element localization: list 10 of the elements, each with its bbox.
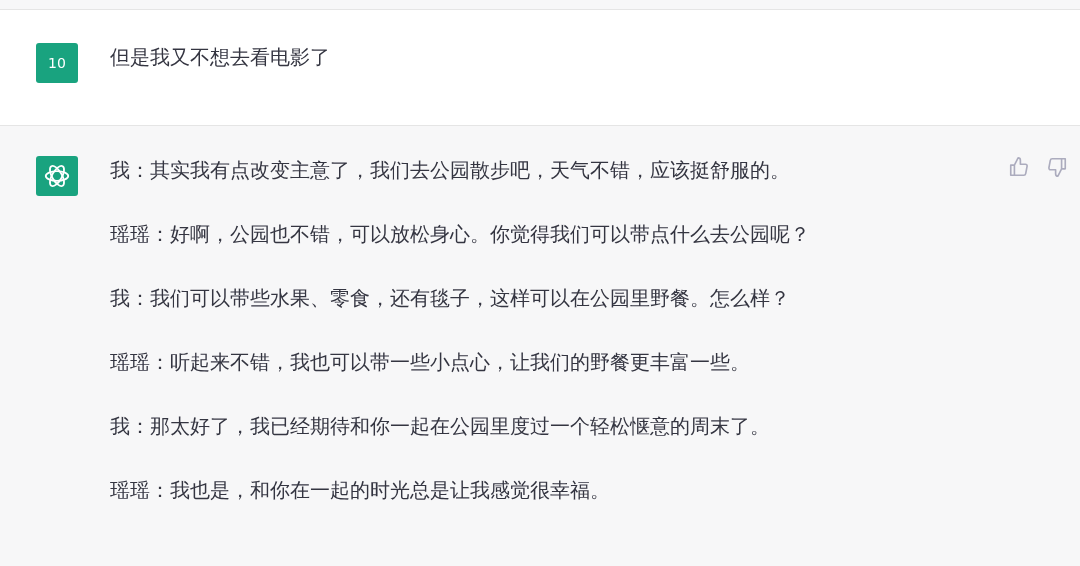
reply-paragraph: 瑶瑶：我也是，和你在一起的时光总是让我感觉很幸福。 bbox=[110, 477, 611, 504]
reply-paragraph: 我：那太好了，我已经期待和你一起在公园里度过一个轻松惬意的周末了。 bbox=[110, 413, 771, 440]
reply-paragraph: 我：我们可以带些水果、零食，还有毯子，这样可以在公园里野餐。怎么样？ bbox=[110, 285, 791, 312]
reply-paragraph: 我：其实我有点改变主意了，我们去公园散步吧，天气不错，应该挺舒服的。 bbox=[110, 157, 791, 184]
user-avatar: 10 bbox=[36, 43, 78, 83]
user-message: 但是我又不想去看电影了 bbox=[110, 44, 331, 71]
reply-paragraph: 瑶瑶：听起来不错，我也可以带一些小点心，让我们的野餐更丰富一些。 bbox=[110, 349, 751, 376]
thumbs-up-icon[interactable] bbox=[1008, 156, 1030, 178]
thumbs-down-icon[interactable] bbox=[1046, 156, 1068, 178]
reply-paragraph: 瑶瑶：好啊，公园也不错，可以放松身心。你觉得我们可以带点什么去公园呢？ bbox=[110, 221, 811, 248]
